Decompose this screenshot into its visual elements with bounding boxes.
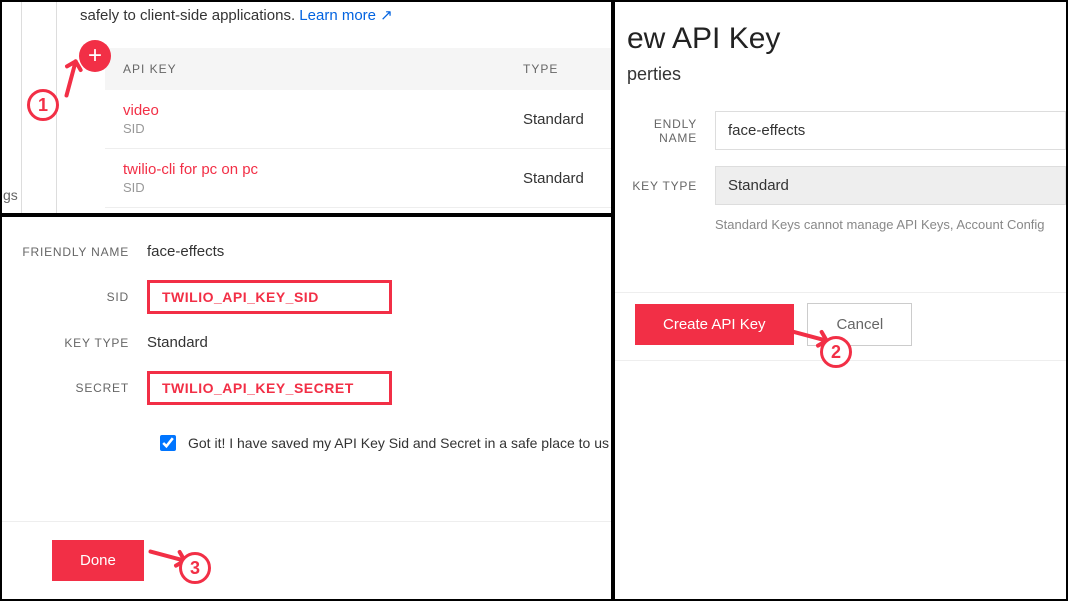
- sid-label: SID: [2, 290, 147, 304]
- secret-row: SECRET TWILIO_API_KEY_SECRET: [2, 361, 611, 415]
- column-type: TYPE: [523, 62, 595, 76]
- intro-suffix: safely to client-side applications.: [80, 7, 295, 24]
- key-type-note: Standard Keys cannot manage API Keys, Ac…: [615, 213, 1066, 232]
- create-api-key-button[interactable]: Create API Key: [635, 304, 794, 345]
- secret-value: TWILIO_API_KEY_SECRET: [147, 371, 392, 405]
- sidebar-fragment: gs: [3, 187, 18, 203]
- friendly-name-label: FRIENDLY NAME: [2, 245, 147, 259]
- form-actions: Done: [2, 521, 611, 599]
- key-name: twilio-cli for pc on pc: [123, 161, 523, 178]
- sid-value: TWILIO_API_KEY_SID: [147, 280, 392, 314]
- api-keys-list-panel: gs safely to client-side applications. L…: [0, 0, 613, 215]
- column-api-key: API KEY: [123, 62, 523, 76]
- secret-label: SECRET: [2, 381, 147, 395]
- key-type-row: KEY TYPE Standard: [615, 158, 1066, 213]
- step-badge-2: 2: [820, 336, 852, 368]
- key-sid: SID: [123, 180, 523, 195]
- key-type-value: Standard: [523, 170, 584, 187]
- key-name: video: [123, 102, 523, 119]
- done-button[interactable]: Done: [52, 540, 144, 581]
- step-badge-1: 1: [27, 89, 59, 121]
- confirm-saved-label: Got it! I have saved my API Key Sid and …: [188, 435, 609, 451]
- key-type-row: KEY TYPE Standard: [2, 324, 611, 361]
- key-type-select[interactable]: Standard: [715, 166, 1066, 205]
- sid-row: SID TWILIO_API_KEY_SID: [2, 270, 611, 324]
- friendly-name-label: ENDLY NAME: [615, 117, 715, 145]
- step-badge-3: 3: [179, 552, 211, 584]
- table-row[interactable]: twilio-cli for pc on pc SID Standard: [105, 149, 613, 208]
- divider: [21, 2, 22, 215]
- table-header: API KEY TYPE: [105, 48, 613, 90]
- learn-more-link[interactable]: Learn more ↗: [299, 7, 392, 24]
- friendly-name-value: face-effects: [147, 243, 224, 260]
- key-sid: SID: [123, 121, 523, 136]
- key-type-value: Standard: [147, 334, 208, 351]
- new-api-key-panel: ew API Key perties ENDLY NAME KEY TYPE S…: [613, 0, 1068, 601]
- friendly-name-row: ENDLY NAME: [615, 103, 1066, 158]
- api-key-details-panel: FRIENDLY NAME face-effects SID TWILIO_AP…: [0, 215, 613, 601]
- intro-text: safely to client-side applications. Lear…: [80, 6, 393, 24]
- api-keys-table: API KEY TYPE video SID Standard twilio-c…: [105, 48, 613, 208]
- key-type-label: KEY TYPE: [615, 179, 715, 193]
- friendly-name-input[interactable]: [715, 111, 1066, 150]
- key-type-label: KEY TYPE: [2, 336, 147, 350]
- confirm-saved-checkbox[interactable]: [160, 435, 176, 451]
- section-subtitle: perties: [615, 64, 1066, 103]
- table-row[interactable]: video SID Standard: [105, 90, 613, 149]
- key-type-value: Standard: [523, 111, 584, 128]
- page-title: ew API Key: [615, 2, 1066, 64]
- friendly-name-row: FRIENDLY NAME face-effects: [2, 233, 611, 270]
- confirm-saved-row: Got it! I have saved my API Key Sid and …: [2, 415, 611, 451]
